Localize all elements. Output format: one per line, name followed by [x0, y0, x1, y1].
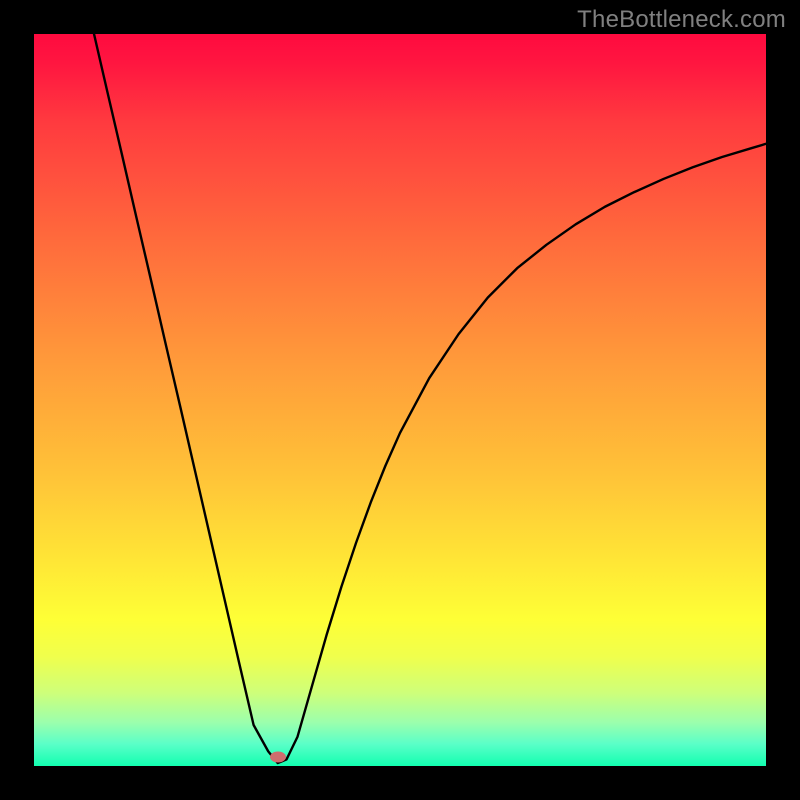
plot-area	[34, 34, 766, 766]
watermark-text: TheBottleneck.com	[577, 6, 786, 34]
bottleneck-curve	[34, 34, 766, 766]
optimum-marker	[270, 752, 286, 763]
